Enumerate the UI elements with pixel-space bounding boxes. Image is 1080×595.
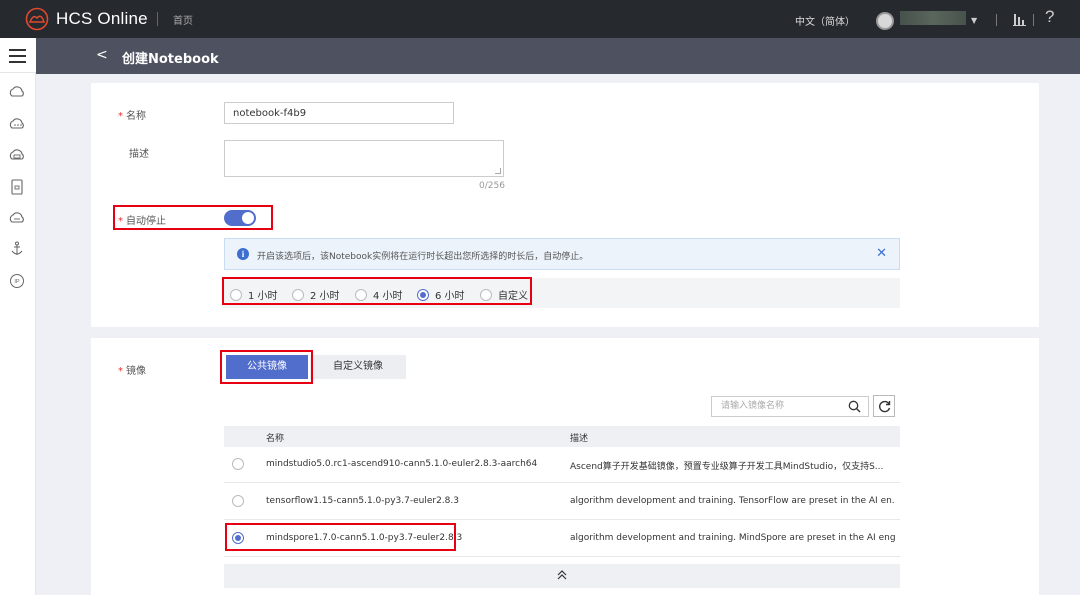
name-input[interactable]: notebook-f4b9 [224,102,454,124]
cloud-network-icon[interactable] [8,209,26,227]
image-description: Ascend算子开发基础镜像，预置专业级算子开发工具MindStudio，仅支持… [570,462,884,472]
page-title-bar: < 创建Notebook [36,38,1080,74]
image-description: algorithm development and training. Tens… [570,496,895,506]
double-chevron-up-icon [557,570,567,580]
table-row[interactable]: mindstudio5.0.rc1-ascend910-cann5.1.0-eu… [224,447,900,483]
table-header: 名称 描述 [224,426,900,447]
page-title: 创建Notebook [122,52,219,67]
column-header-description: 描述 [570,434,589,444]
divider [157,12,158,26]
image-name: mindstudio5.0.rc1-ascend910-cann5.1.0-eu… [266,459,538,469]
help-icon[interactable]: ? [1045,7,1054,27]
svg-text:IP: IP [14,279,20,285]
refresh-icon [879,400,891,413]
brand-name[interactable]: HCS Online [56,9,148,29]
info-text: 开启该选项后，该Notebook实例将在运行时长超出您所选择的时长后，自动停止。 [257,252,589,262]
back-icon[interactable]: < [96,47,108,63]
close-icon[interactable]: ✕ [876,246,887,261]
name-label: * 名称 [118,111,146,122]
document-icon[interactable] [8,178,26,196]
tab-custom-images[interactable]: 自定义镜像 [310,355,406,379]
menu-icon[interactable] [0,38,36,73]
highlight-box [225,523,456,551]
search-icon[interactable] [848,400,861,413]
user-name-blurred[interactable] [900,11,966,25]
highlight-box [220,350,313,384]
cloud-storage-icon[interactable] [8,146,26,164]
image-search-input[interactable]: 请输入镜像名称 [711,396,869,417]
avatar[interactable] [876,12,894,30]
collapse-toggle[interactable] [224,564,900,588]
description-textarea[interactable] [224,140,504,177]
eip-icon[interactable]: IP [8,272,26,290]
image-name: tensorflow1.15-cann5.1.0-py3.7-euler2.8.… [266,496,459,506]
image-description: algorithm development and training. Mind… [570,533,895,543]
anchor-icon[interactable] [8,240,26,258]
resize-handle[interactable] [495,168,501,174]
auto-stop-toggle[interactable] [224,210,256,226]
cloud-compute-icon[interactable] [8,115,26,133]
description-label: 描述 [129,149,149,160]
auto-stop-label: * 自动停止 [118,216,166,227]
info-alert: i 开启该选项后，该Notebook实例将在运行时长超出您所选择的时长后，自动停… [224,238,900,270]
language-selector[interactable]: 中文（简体） [795,13,855,28]
user-menu-caret-icon[interactable]: ▼ [971,16,977,25]
row-radio[interactable] [232,495,244,507]
cloud-service-icon[interactable] [8,83,26,101]
divider [996,14,997,26]
left-rail: IP [0,38,36,595]
top-bar: HCS Online 首页 中文（简体） ▼ ? [0,0,1080,38]
highlight-box [222,277,532,305]
info-icon: i [237,248,249,260]
image-label: * 镜像 [118,366,146,377]
chart-icon[interactable] [1013,12,1027,26]
hcs-logo-icon[interactable] [25,7,49,31]
table-row[interactable]: tensorflow1.15-cann5.1.0-py3.7-euler2.8.… [224,484,900,520]
column-header-name: 名称 [266,434,285,444]
refresh-button[interactable] [873,395,895,417]
row-radio[interactable] [232,458,244,470]
divider [1033,14,1034,26]
description-counter: 0/256 [479,181,505,191]
home-link[interactable]: 首页 [173,12,193,27]
